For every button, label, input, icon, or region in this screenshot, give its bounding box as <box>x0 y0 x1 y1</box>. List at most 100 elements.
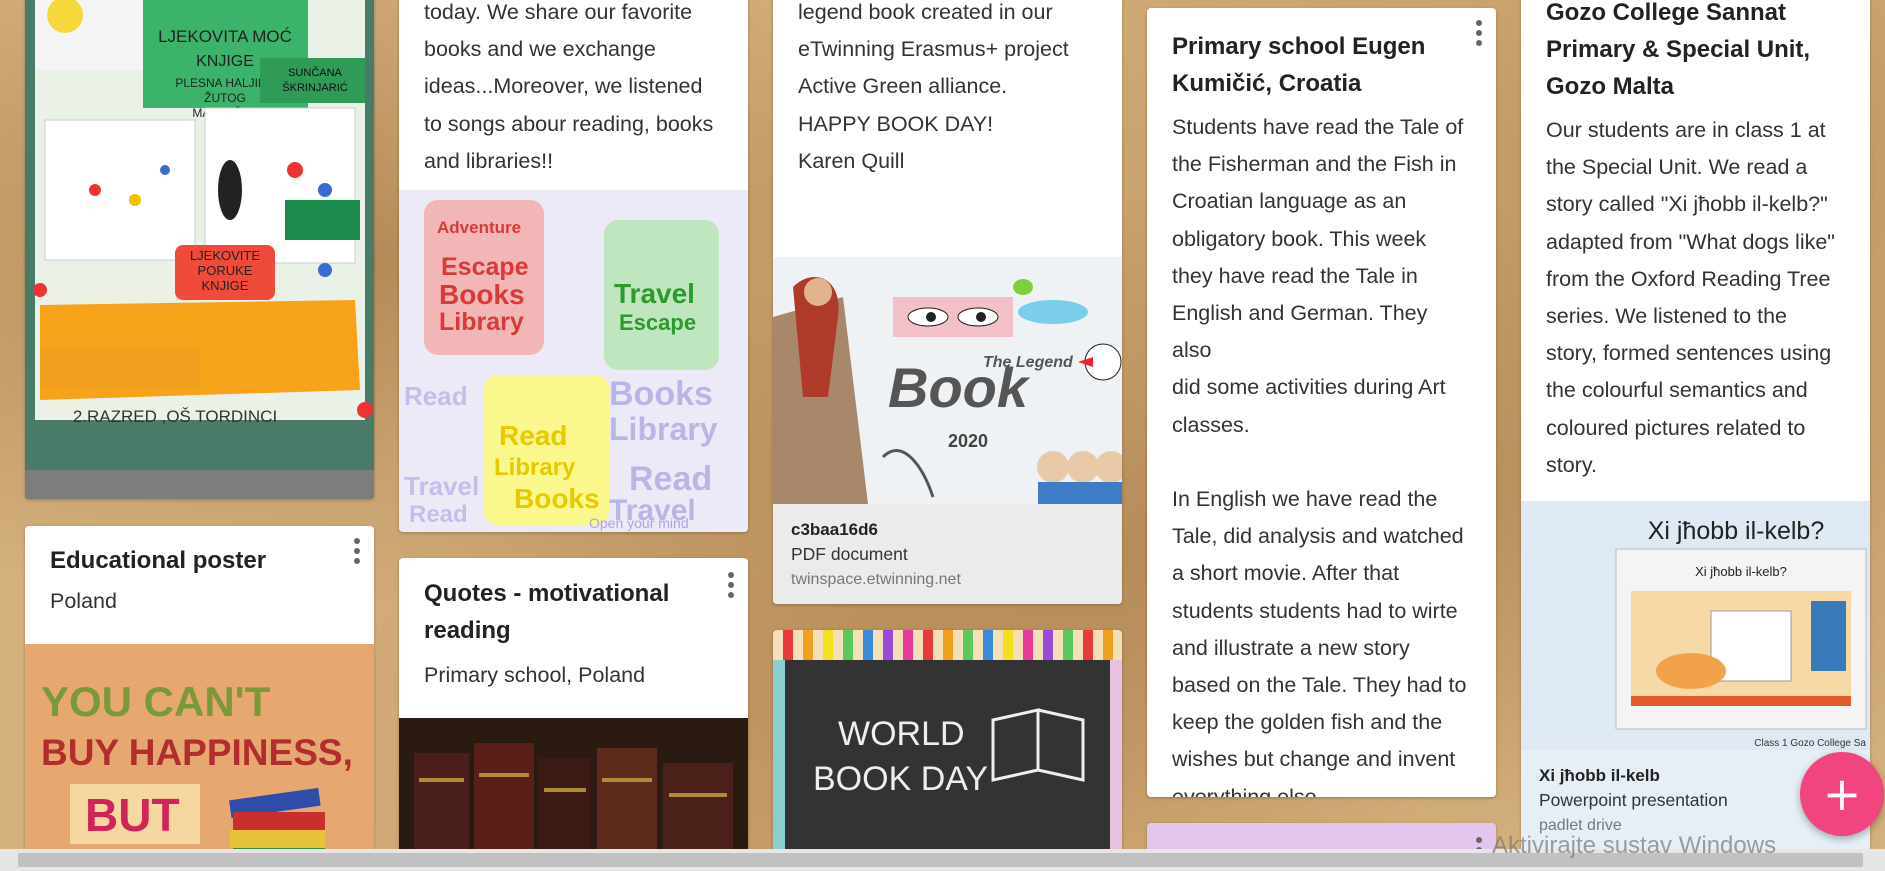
post-body-line-10: In English we have read the <box>1172 487 1438 512</box>
post-body-line-12: a short movie. After that <box>1172 561 1400 586</box>
wordcloud-word-books-2: Books <box>514 483 600 514</box>
post-body-line-17: wishes but change and invent <box>1172 747 1456 772</box>
post-body-line-4: to songs abour reading, books <box>424 111 714 136</box>
add-post-button[interactable]: + <box>1800 752 1884 836</box>
windows-activation-watermark: Aktivirajte sustav Windows <box>1492 832 1777 859</box>
post-body-line-5: and libraries!! <box>424 148 554 173</box>
post-quotes-motivational-reading[interactable]: Quotes - motivational reading Primary sc… <box>399 558 748 871</box>
post-body-line-16: keep the golden fish and the <box>1172 710 1443 735</box>
book-year: 2020 <box>948 431 988 451</box>
happiness-poster-image: YOU CAN'T BUY HAPPINESS, BUT <box>25 644 374 871</box>
post-body-line-15: based on the Tale. They had to <box>1172 673 1467 698</box>
artwork-label-9: PORUKE <box>198 263 253 278</box>
post-body: Primary school, Poland <box>424 663 646 687</box>
post-primary-school-eugen-kumicic[interactable]: Primary school Eugen Kumičić, Croatia St… <box>1147 8 1496 797</box>
wordcloud-word-travel: Travel <box>614 278 695 309</box>
post-body-line-6: series. We listened to the <box>1546 304 1788 329</box>
artwork-label-8: LJEKOVITE <box>190 248 260 263</box>
poster-line-1: YOU CAN'T <box>41 678 271 725</box>
post-body-line-1: Our students are in class 1 at <box>1546 118 1826 142</box>
post-body-line-8: the colourful semantics and <box>1546 378 1808 403</box>
slide-inner-title: Xi jħobb il-kelb? <box>1695 564 1787 579</box>
wordcloud-word-library-2: Library <box>494 454 576 481</box>
post-title-line-2: Kumičić, Croatia <box>1172 70 1362 97</box>
post-favorite-books[interactable]: today. We share our favorite books and w… <box>399 0 748 532</box>
poster-line-2: BUY HAPPINESS, <box>41 732 353 773</box>
attachment-title: c3baa16d6 <box>791 520 878 539</box>
wordcloud-word-read-2: Read <box>629 460 712 498</box>
wordcloud-word-escape: Escape <box>441 253 529 281</box>
post-body-line-4: HAPPY BOOK DAY! <box>798 111 994 136</box>
post-educational-poster[interactable]: Educational poster Poland YOU CAN'T BUY … <box>25 526 374 871</box>
post-title-line-1: Primary school Eugen <box>1172 33 1426 60</box>
post-body-line-2: books and we exchange <box>424 37 656 62</box>
post-body: Poland <box>50 589 117 613</box>
slide-preview-image: Xi jħobb il-kelb? Xi jħobb il-kelb? Clas… <box>1521 501 1870 750</box>
children-artwork-image: LJEKOVITA MOĆ KNJIGE PLESNA HALJINA ŽUTO… <box>25 0 374 499</box>
attachment-type: PDF document <box>791 544 908 564</box>
post-body-line-1: Students have read the Tale of <box>1172 115 1464 139</box>
chalk-line-1: WORLD <box>838 715 965 753</box>
wordcloud-word-read-3: Read <box>404 381 468 411</box>
post-body-line-6: English and German. They also <box>1172 301 1428 363</box>
more-options-icon[interactable] <box>354 538 360 564</box>
plus-icon: + <box>1822 767 1862 821</box>
wordcloud-word-read: Read <box>499 420 567 451</box>
post-body-line-3: story called "Xi jħobb il-kelb?" <box>1546 192 1828 217</box>
wordcloud-word-books: Books <box>439 279 525 310</box>
post-title-line-2: Primary & Special Unit, <box>1546 36 1811 63</box>
attachment-pdf[interactable]: c3baa16d6 PDF document twinspace.etwinni… <box>773 504 1122 604</box>
more-options-icon[interactable] <box>728 572 734 598</box>
artwork-label-7: ŠKRINJARIĆ <box>282 81 347 94</box>
post-body-line-3: Croatian language as an <box>1172 189 1407 214</box>
post-body-line-5: Karen Quill <box>798 148 905 173</box>
attachment-source[interactable]: twinspace.etwinning.net <box>791 567 1104 592</box>
post-body-line-11: Tale, did analysis and watched <box>1172 524 1464 549</box>
artwork-label-10: KNJIGE <box>202 278 249 293</box>
post-title-line-3: Gozo Malta <box>1546 73 1675 100</box>
post-title-line-1: Gozo College Sannat <box>1546 0 1787 26</box>
post-body-line-8: classes. <box>1172 412 1250 437</box>
post-body-line-4: obligatory book. This week <box>1172 226 1427 251</box>
post-body-line-2: the Fisherman and the Fish in <box>1172 152 1457 177</box>
book-big-title: Book <box>888 356 1031 419</box>
more-options-icon[interactable] <box>1476 20 1482 46</box>
post-body-line-2: the Special Unit. We read a <box>1546 155 1808 180</box>
post-title-line-2: reading <box>424 617 511 644</box>
post-body-line-2: eTwinning Erasmus+ project <box>798 37 1069 62</box>
wordcloud-word-library-3: Library <box>609 411 718 447</box>
post-body-line-1: legend book created in our <box>798 0 1053 24</box>
post-body-line-7: story, formed sentences using <box>1546 341 1832 366</box>
card-image-poster-board[interactable]: LJEKOVITA MOĆ KNJIGE PLESNA HALJINA ŽUTO… <box>25 0 374 499</box>
wordcloud-word-library: Library <box>439 308 524 336</box>
word-cloud-image: Adventure Escape Books Library Travel Es… <box>399 190 748 532</box>
post-body-line-18: everything else. <box>1172 784 1323 797</box>
post-body-line-10: story. <box>1546 452 1597 477</box>
post-body-line-9: coloured pictures related to <box>1546 415 1806 440</box>
post-body-line-4: adapted from "What dogs like" <box>1546 229 1835 254</box>
slide-heading: Xi jħobb il-kelb? <box>1648 517 1825 545</box>
post-body-line-13: students students had to wirte <box>1172 598 1458 623</box>
poster-line-3: BUT <box>85 789 180 841</box>
post-body-line-14: and illustrate a new story <box>1172 635 1410 660</box>
legend-book-cover-image: The Legend Book 2020 <box>773 257 1122 504</box>
wordcloud-word-adventure: Adventure <box>437 218 521 237</box>
post-body-line-7: did some activities during Art <box>1172 375 1446 400</box>
wordcloud-word-travel-3: Travel <box>404 471 479 501</box>
world-book-day-chalkboard-image: WORLD BOOK DAY <box>773 630 1122 871</box>
post-legend-book[interactable]: legend book created in our eTwinning Era… <box>773 0 1122 604</box>
artwork-label-2: KNJIGE <box>196 53 254 70</box>
card-world-book-day[interactable]: WORLD BOOK DAY <box>773 630 1122 871</box>
chalk-line-2: BOOK DAY <box>813 760 988 798</box>
wordcloud-word-openmind: Open your mind <box>589 515 689 531</box>
post-gozo-college-sannat[interactable]: Gozo College Sannat Primary & Special Un… <box>1521 0 1870 854</box>
artwork-label-1: LJEKOVITA MOĆ <box>158 27 292 46</box>
post-body-line-9 <box>1172 444 1471 481</box>
post-body-line-5: from the Oxford Reading Tree <box>1546 266 1831 291</box>
slide-footer: Class 1 Gozo College Sa <box>1754 738 1866 749</box>
artwork-label-4: ŽUTOG <box>204 90 246 105</box>
artwork-label-6: SUNČANA <box>288 66 342 79</box>
wordcloud-word-escape-2: Escape <box>619 310 696 335</box>
post-body-line-3: Active Green alliance. <box>798 74 1008 99</box>
post-body-line-3: ideas...Moreover, we listened <box>424 74 703 99</box>
